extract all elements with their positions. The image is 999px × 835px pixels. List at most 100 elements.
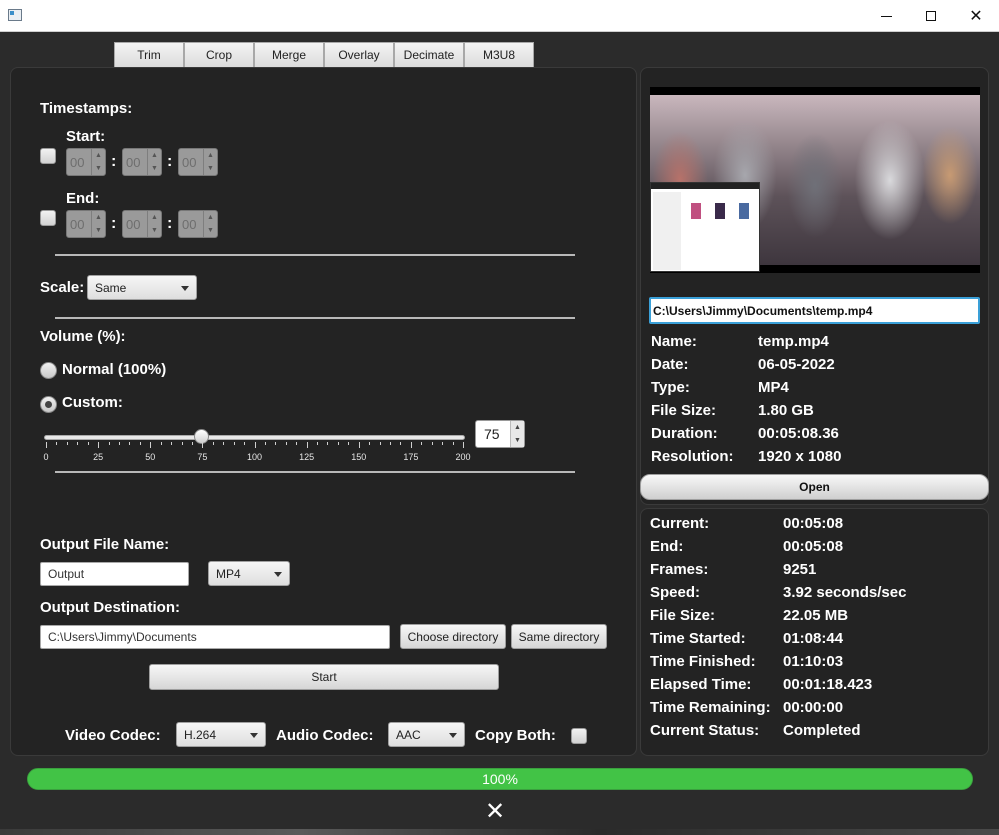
slider-tick-label: 175 [403,452,419,462]
spinner-up-icon[interactable]: ▲ [511,421,524,434]
slider-tick [46,442,47,448]
slider-tick [56,442,58,445]
spinner-down-icon[interactable]: ▼ [148,162,161,175]
slider-tick [223,442,225,445]
spinner-up-icon[interactable]: ▲ [92,211,105,224]
tab-decimate[interactable]: Decimate [394,42,464,67]
output-destination-input[interactable]: C:\Users\Jimmy\Documents [40,625,390,649]
status-frames-value: 9251 [783,561,817,578]
slider-tick [129,442,131,445]
window-close-button[interactable]: ✕ [953,0,999,32]
tab-m3u8[interactable]: M3U8 [464,42,534,67]
spinner-down-icon[interactable]: ▼ [511,434,524,447]
status-file-size-value: 22.05 MB [783,607,849,624]
slider-tick [358,442,360,448]
status-file-size-key: File Size: [650,607,716,624]
custom-volume-radio[interactable] [40,396,57,413]
input-file-path-field[interactable]: C:\Users\Jimmy\Documents\temp.mp4 [649,297,980,324]
info-resolution-key: Resolution: [651,448,734,465]
chevron-down-icon [250,733,258,738]
copy-both-checkbox[interactable] [571,728,587,744]
info-file-size-key: File Size: [651,402,717,419]
slider-tick [317,442,319,445]
maximize-icon [926,11,936,21]
end-hours-value: 00 [70,217,85,232]
slider-tick [77,442,79,445]
start-minutes-spinner[interactable]: 00 ▲ ▼ [122,148,162,176]
volume-slider-track[interactable] [44,435,465,440]
status-elapsed-time-key: Elapsed Time: [650,676,752,693]
volume-value: 75 [484,426,500,442]
start-hours-spinner[interactable]: 00 ▲ ▼ [66,148,106,176]
slider-tick [191,442,193,445]
slider-tick [139,442,141,445]
spinner-down-icon[interactable]: ▼ [204,224,217,237]
maximize-button[interactable] [908,0,954,32]
info-type-key: Type: [651,379,690,396]
spinner-up-icon[interactable]: ▲ [204,149,217,162]
status-speed-value: 3.92 seconds/sec [783,584,907,601]
cancel-icon[interactable]: ✕ [484,799,506,825]
slider-tick [150,442,152,448]
spinner-down-icon[interactable]: ▼ [148,224,161,237]
choose-directory-button[interactable]: Choose directory [400,624,506,649]
copy-both-label: Copy Both: [475,727,556,744]
info-date-key: Date: [651,356,689,373]
end-checkbox[interactable] [40,210,56,226]
slider-tick [202,442,204,448]
progress-label: 100% [482,771,518,787]
spinner-up-icon[interactable]: ▲ [92,149,105,162]
tab-overlay[interactable]: Overlay [324,42,394,67]
info-resolution-value: 1920 x 1080 [758,448,842,465]
slider-tick [171,442,173,445]
volume-stepper[interactable]: 75 ▲ ▼ [475,420,525,448]
spinner-down-icon[interactable]: ▼ [204,162,217,175]
tab-merge[interactable]: Merge [254,42,324,67]
spinner-up-icon[interactable]: ▲ [204,211,217,224]
slider-tick [212,442,214,445]
tab-trim[interactable]: Trim [114,42,184,67]
same-directory-button[interactable]: Same directory [511,624,607,649]
end-hours-spinner[interactable]: 00 ▲ ▼ [66,210,106,238]
slider-tick [87,442,89,445]
progress-bar: 100% [27,768,973,790]
minimize-icon [880,15,892,17]
status-frames-key: Frames: [650,561,709,578]
end-minutes-value: 00 [126,217,141,232]
status-current-status-value: Completed [783,722,861,739]
start-seconds-spinner[interactable]: 00 ▲ ▼ [178,148,218,176]
end-seconds-spinner[interactable]: 00 ▲ ▼ [178,210,218,238]
timestamps-title: Timestamps: [40,100,133,117]
title-bar: ✕ [0,0,999,32]
info-date-value: 06-05-2022 [758,356,835,373]
start-checkbox[interactable] [40,148,56,164]
spinner-down-icon[interactable]: ▼ [92,224,105,237]
output-format-select[interactable]: MP4 [208,561,290,586]
time-separator: : [167,153,173,170]
status-speed-key: Speed: [650,584,701,601]
scale-select[interactable]: Same [87,275,197,300]
status-time-remaining-key: Time Remaining: [650,699,771,716]
start-seconds-value: 00 [182,155,197,170]
spinner-down-icon[interactable]: ▼ [92,162,105,175]
end-label: End: [66,190,100,207]
video-codec-select[interactable]: H.264 [176,722,266,747]
tab-crop[interactable]: Crop [184,42,254,67]
audio-codec-select[interactable]: AAC [388,722,465,747]
output-file-name-input[interactable]: Output [40,562,189,586]
info-duration-value: 00:05:08.36 [758,425,839,442]
slider-tick-label: 0 [43,452,49,462]
normal-volume-radio[interactable] [40,362,57,379]
spinner-up-icon[interactable]: ▲ [148,211,161,224]
slider-tick [296,442,298,445]
open-file-button[interactable]: Open [640,474,989,500]
start-button[interactable]: Start [149,664,499,690]
slider-tick [160,442,162,445]
chevron-down-icon [449,733,457,738]
minimize-button[interactable] [863,0,909,32]
slider-tick [66,442,68,445]
end-minutes-spinner[interactable]: 00 ▲ ▼ [122,210,162,238]
spinner-up-icon[interactable]: ▲ [148,149,161,162]
slider-tick [254,442,256,448]
output-format-value: MP4 [216,567,241,581]
